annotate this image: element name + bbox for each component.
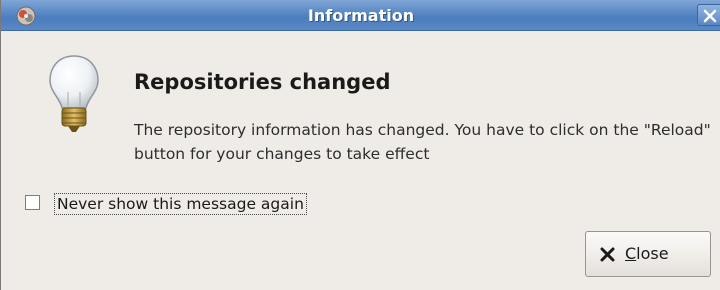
never-show-again-checkbox[interactable] [25,195,40,210]
never-show-again-label[interactable]: Never show this message again [54,193,307,215]
x-icon [600,247,615,262]
dialog-message: The repository information has changed. … [134,121,711,163]
dialog-heading: Repositories changed [134,70,391,94]
close-button-label: Close [625,244,669,263]
light-bulb-icon [49,55,99,132]
close-button-label-rest: lose [636,244,669,263]
window-title: Information [307,6,415,25]
title-bar[interactable]: Information [1,0,720,31]
close-button-mnemonic: C [625,244,637,263]
close-button[interactable]: Close [585,231,711,277]
dialog-window: Information Repositories changed The rep… [0,0,720,290]
close-icon [703,9,717,23]
window-close-button[interactable] [697,4,720,26]
